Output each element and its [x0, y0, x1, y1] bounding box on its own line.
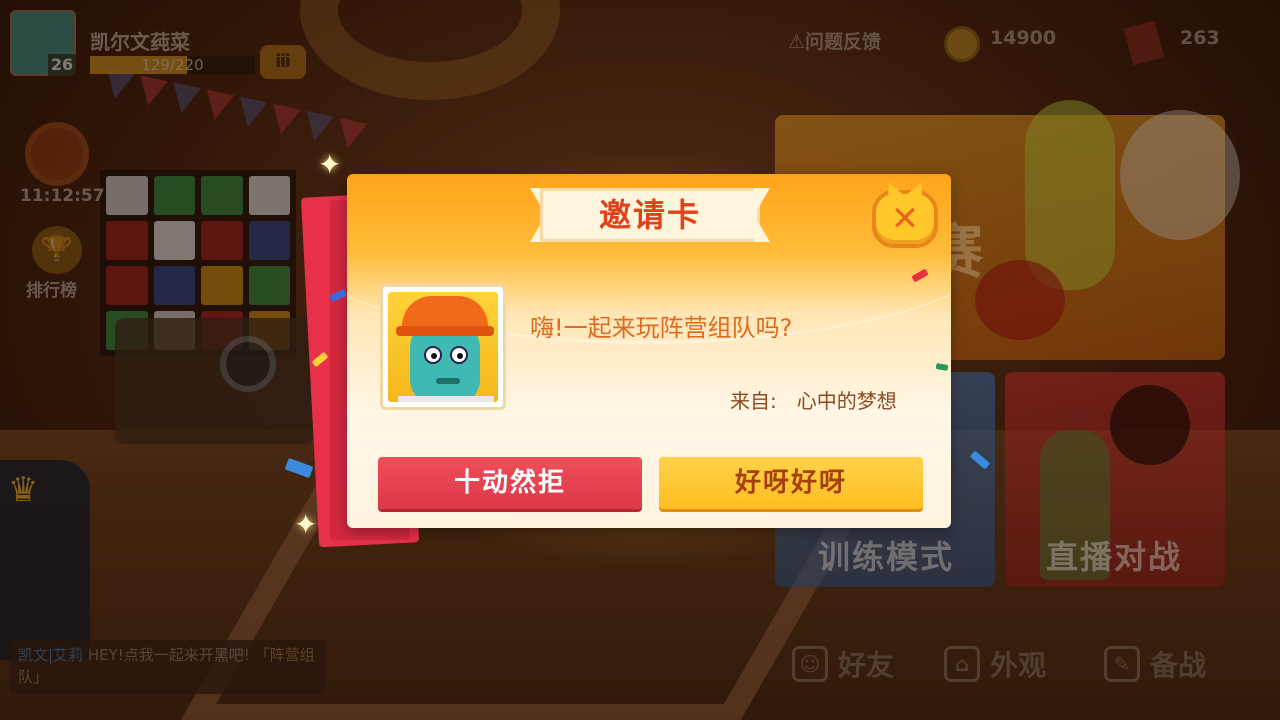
- sparkle-icon: ✦: [318, 148, 342, 181]
- invite-message: 嗨!一起来玩阵营组队吗?: [530, 314, 793, 342]
- sparkle-icon: ✦: [294, 508, 318, 541]
- accept-button[interactable]: 好呀好呀: [659, 457, 923, 509]
- inviter-name: 心中的梦想: [796, 389, 897, 413]
- inviter-avatar: [380, 284, 506, 410]
- dialog-title: 邀请卡: [598, 196, 701, 234]
- close-button[interactable]: ✕: [872, 179, 938, 248]
- inviter-info: 来自: 心中的梦想: [730, 385, 897, 414]
- dialog-title-banner: 邀请卡: [530, 188, 770, 242]
- refuse-button[interactable]: 十动然拒: [378, 457, 642, 509]
- from-label: 来自:: [730, 389, 777, 413]
- game-lobby: ♛ 赛 训练模式 直播对战 26 凯尔文莼菜 129/220 ⅲ ⚠问题反馈 1…: [0, 0, 1280, 720]
- close-icon: ✕: [890, 199, 920, 239]
